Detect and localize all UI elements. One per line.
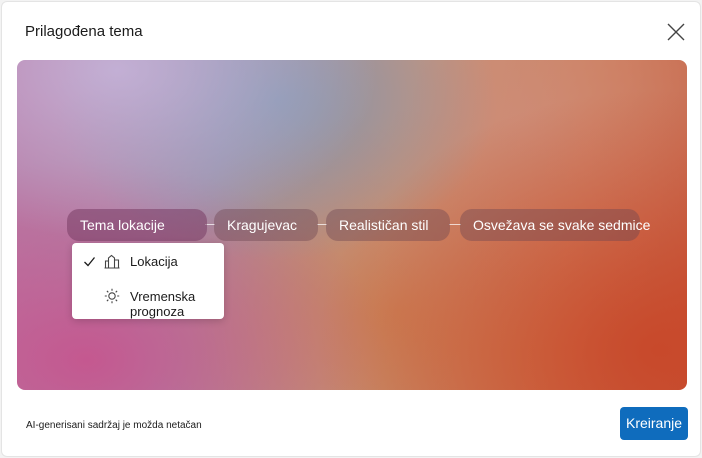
pill-refresh[interactable]: Osvežava se svake sedmice (460, 209, 650, 241)
pill-theme-location[interactable]: Tema lokacije (67, 209, 207, 241)
dialog-title: Prilagođena tema (25, 23, 143, 40)
close-icon (667, 23, 685, 41)
pill-label: Kragujevac (227, 217, 298, 233)
checkmark-icon (84, 257, 96, 267)
create-button[interactable]: Kreiranje (620, 407, 688, 440)
theme-type-dropdown: Lokacija Vremenska prognoza (72, 243, 224, 319)
theme-preview: Tema lokacije Kragujevac Realističan sti… (17, 60, 687, 390)
sun-icon (104, 288, 120, 304)
pill-style[interactable]: Realističan stil (326, 209, 450, 241)
pill-city[interactable]: Kragujevac (214, 209, 318, 241)
close-button[interactable] (662, 18, 690, 46)
custom-theme-dialog: Prilagođena tema Tema lokacije Kragujeva… (1, 1, 701, 457)
dropdown-item-weather[interactable]: Vremenska prognoza (72, 280, 224, 319)
city-icon (104, 254, 120, 269)
pill-label: Osvežava se svake sedmice (473, 217, 651, 233)
ai-disclaimer: AI-generisani sadržaj je možda netačan (26, 420, 202, 431)
dropdown-item-label: Vremenska prognoza (130, 289, 196, 319)
dropdown-item-label: Lokacija (130, 254, 178, 269)
pill-label: Tema lokacije (80, 217, 165, 233)
dropdown-item-location[interactable]: Lokacija (72, 245, 224, 279)
pill-label: Realističan stil (339, 217, 429, 233)
